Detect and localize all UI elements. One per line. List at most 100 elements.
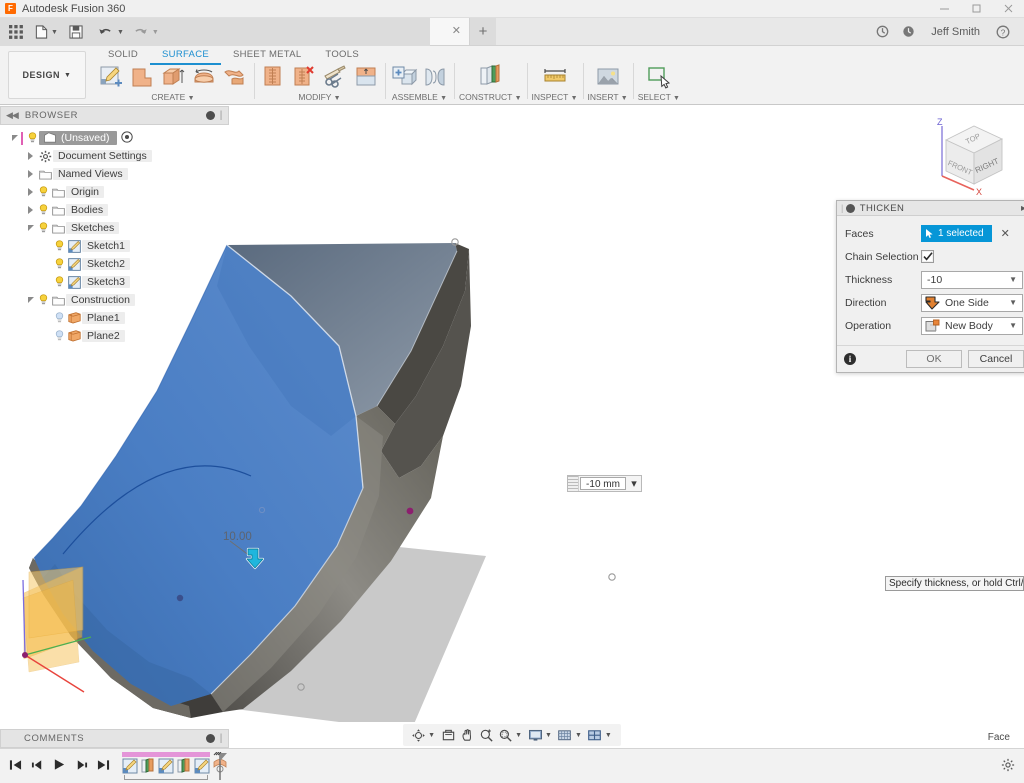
browser-tree-item[interactable]: Document Settings: [8, 147, 229, 165]
stitch-icon[interactable]: [321, 63, 349, 91]
zoom-button[interactable]: [477, 726, 495, 744]
browser-item-label[interactable]: Bodies: [66, 204, 108, 216]
orbit-button[interactable]: ▼: [409, 726, 438, 744]
collapse-arrow-icon[interactable]: [24, 297, 37, 303]
new-tab-button[interactable]: +: [470, 18, 496, 45]
pan-button[interactable]: [458, 726, 476, 744]
chevron-down-icon[interactable]: ▼: [544, 732, 555, 739]
chevron-down-icon[interactable]: ▼: [1004, 321, 1022, 330]
skip-end-icon[interactable]: [97, 759, 110, 774]
step-forward-icon[interactable]: [75, 759, 88, 774]
panel-dot-icon[interactable]: [206, 111, 215, 120]
panel-assemble-label[interactable]: ASSEMBLE ▼: [392, 92, 447, 102]
panel-modify-label[interactable]: MODIFY ▼: [298, 92, 340, 102]
browser-item-label[interactable]: Plane2: [82, 330, 125, 342]
joint-icon[interactable]: [421, 63, 449, 91]
viewports-button[interactable]: ▼: [586, 726, 615, 744]
chevron-down-icon[interactable]: ▼: [1004, 275, 1022, 284]
measure-icon[interactable]: [541, 63, 569, 91]
job-status-icon[interactable]: [869, 18, 895, 46]
browser-item-label[interactable]: Sketch2: [82, 258, 130, 270]
visibility-bulb-icon[interactable]: [53, 312, 66, 324]
browser-item-label[interactable]: Construction: [66, 294, 135, 306]
apps-grid-icon[interactable]: [4, 25, 28, 39]
visibility-bulb-icon[interactable]: [37, 294, 50, 306]
browser-item-label[interactable]: Document Settings: [53, 150, 152, 162]
revolve-icon[interactable]: [190, 63, 218, 91]
browser-item-label[interactable]: Named Views: [53, 168, 128, 180]
grid-snaps-button[interactable]: ▼: [556, 726, 585, 744]
visibility-bulb-icon[interactable]: [37, 186, 50, 198]
panel-inspect-label[interactable]: INSPECT ▼: [532, 92, 578, 102]
redo-icon[interactable]: [130, 26, 152, 39]
browser-item-label[interactable]: Sketch1: [82, 240, 130, 252]
chevron-down-icon[interactable]: ▼: [1004, 298, 1022, 307]
component-activate-icon[interactable]: [121, 131, 133, 146]
look-at-button[interactable]: [439, 726, 457, 744]
visibility-bulb-icon[interactable]: [53, 276, 66, 288]
dialog-header[interactable]: | THICKEN ▸▸: [837, 201, 1024, 216]
collapse-arrow-icon[interactable]: [8, 135, 21, 141]
cancel-button[interactable]: Cancel: [968, 350, 1024, 368]
file-icon[interactable]: [30, 25, 52, 39]
dialog-grip-icon[interactable]: |: [841, 203, 844, 213]
zoom-window-button[interactable]: ▼: [496, 726, 525, 744]
operation-dropdown[interactable]: New Body ▼: [921, 317, 1023, 335]
new-component-icon[interactable]: [390, 63, 418, 91]
close-icon[interactable]: ✕: [452, 26, 461, 37]
offset-icon[interactable]: [221, 63, 249, 91]
browser-tree-item[interactable]: Bodies: [8, 201, 229, 219]
browser-tree-item[interactable]: Construction: [8, 291, 229, 309]
browser-tree-item[interactable]: Sketches: [8, 219, 229, 237]
visibility-bulb-icon[interactable]: [26, 132, 39, 144]
browser-tree-item[interactable]: Sketch2: [8, 255, 229, 273]
info-icon[interactable]: i: [844, 353, 856, 365]
manipulator-input[interactable]: -10 mm ▾: [567, 475, 642, 492]
chevron-down-icon[interactable]: ▼: [574, 732, 585, 739]
chain-selection-checkbox[interactable]: [921, 250, 934, 263]
timeline-item-plane2[interactable]: [176, 758, 192, 774]
settings-gear-icon[interactable]: [1001, 758, 1015, 775]
browser-item-label[interactable]: Sketches: [66, 222, 119, 234]
user-name[interactable]: Jeff Smith: [921, 26, 990, 38]
visibility-bulb-icon[interactable]: [53, 240, 66, 252]
close-button[interactable]: [992, 0, 1024, 18]
minimize-button[interactable]: [928, 0, 960, 18]
dialog-collapse-icon[interactable]: [846, 204, 855, 213]
timeline-end-marker[interactable]: [212, 752, 228, 783]
browser-tree-item[interactable]: (Unsaved): [8, 129, 229, 147]
clear-selection-icon[interactable]: ✕: [1001, 227, 1010, 240]
expand-arrow-icon[interactable]: [24, 170, 37, 178]
workspace-switcher[interactable]: DESIGN ▼: [8, 51, 86, 99]
patch-icon[interactable]: [128, 63, 156, 91]
panel-select-label[interactable]: SELECT ▼: [638, 92, 680, 102]
visibility-bulb-icon[interactable]: [37, 222, 50, 234]
chevron-down-icon[interactable]: ▼: [514, 732, 525, 739]
browser-tree-item[interactable]: Sketch3: [8, 273, 229, 291]
skip-start-icon[interactable]: [9, 759, 22, 774]
chevron-down-icon[interactable]: ▾: [627, 476, 641, 491]
file-chevron-down-icon[interactable]: ▼: [51, 29, 58, 36]
browser-tree-item[interactable]: Sketch1: [8, 237, 229, 255]
help-icon[interactable]: ?: [990, 18, 1016, 46]
visibility-bulb-icon[interactable]: [53, 258, 66, 270]
visibility-bulb-icon[interactable]: [53, 330, 66, 342]
redo-chevron-down-icon[interactable]: ▼: [152, 29, 159, 36]
timeline-item-sketch2[interactable]: [158, 758, 174, 774]
expand-arrow-icon[interactable]: [24, 188, 37, 196]
extrude-icon[interactable]: [159, 63, 187, 91]
insert-image-icon[interactable]: [594, 63, 622, 91]
recent-icon[interactable]: [895, 18, 921, 46]
thicken-icon[interactable]: [352, 63, 380, 91]
chevron-down-icon[interactable]: ▼: [427, 732, 438, 739]
view-cube[interactable]: Z X TOP FRONT RIGHT: [926, 114, 1016, 202]
undo-icon[interactable]: [95, 26, 117, 39]
chevron-down-icon[interactable]: ▼: [604, 732, 615, 739]
browser-tree-item[interactable]: Origin: [8, 183, 229, 201]
trim-icon[interactable]: [259, 63, 287, 91]
direction-dropdown[interactable]: One Side ▼: [921, 294, 1023, 312]
select-icon[interactable]: [645, 63, 673, 91]
collapse-left-icon[interactable]: ◀◀: [6, 110, 18, 121]
ok-button[interactable]: OK: [906, 350, 962, 368]
extend-icon[interactable]: [290, 63, 318, 91]
